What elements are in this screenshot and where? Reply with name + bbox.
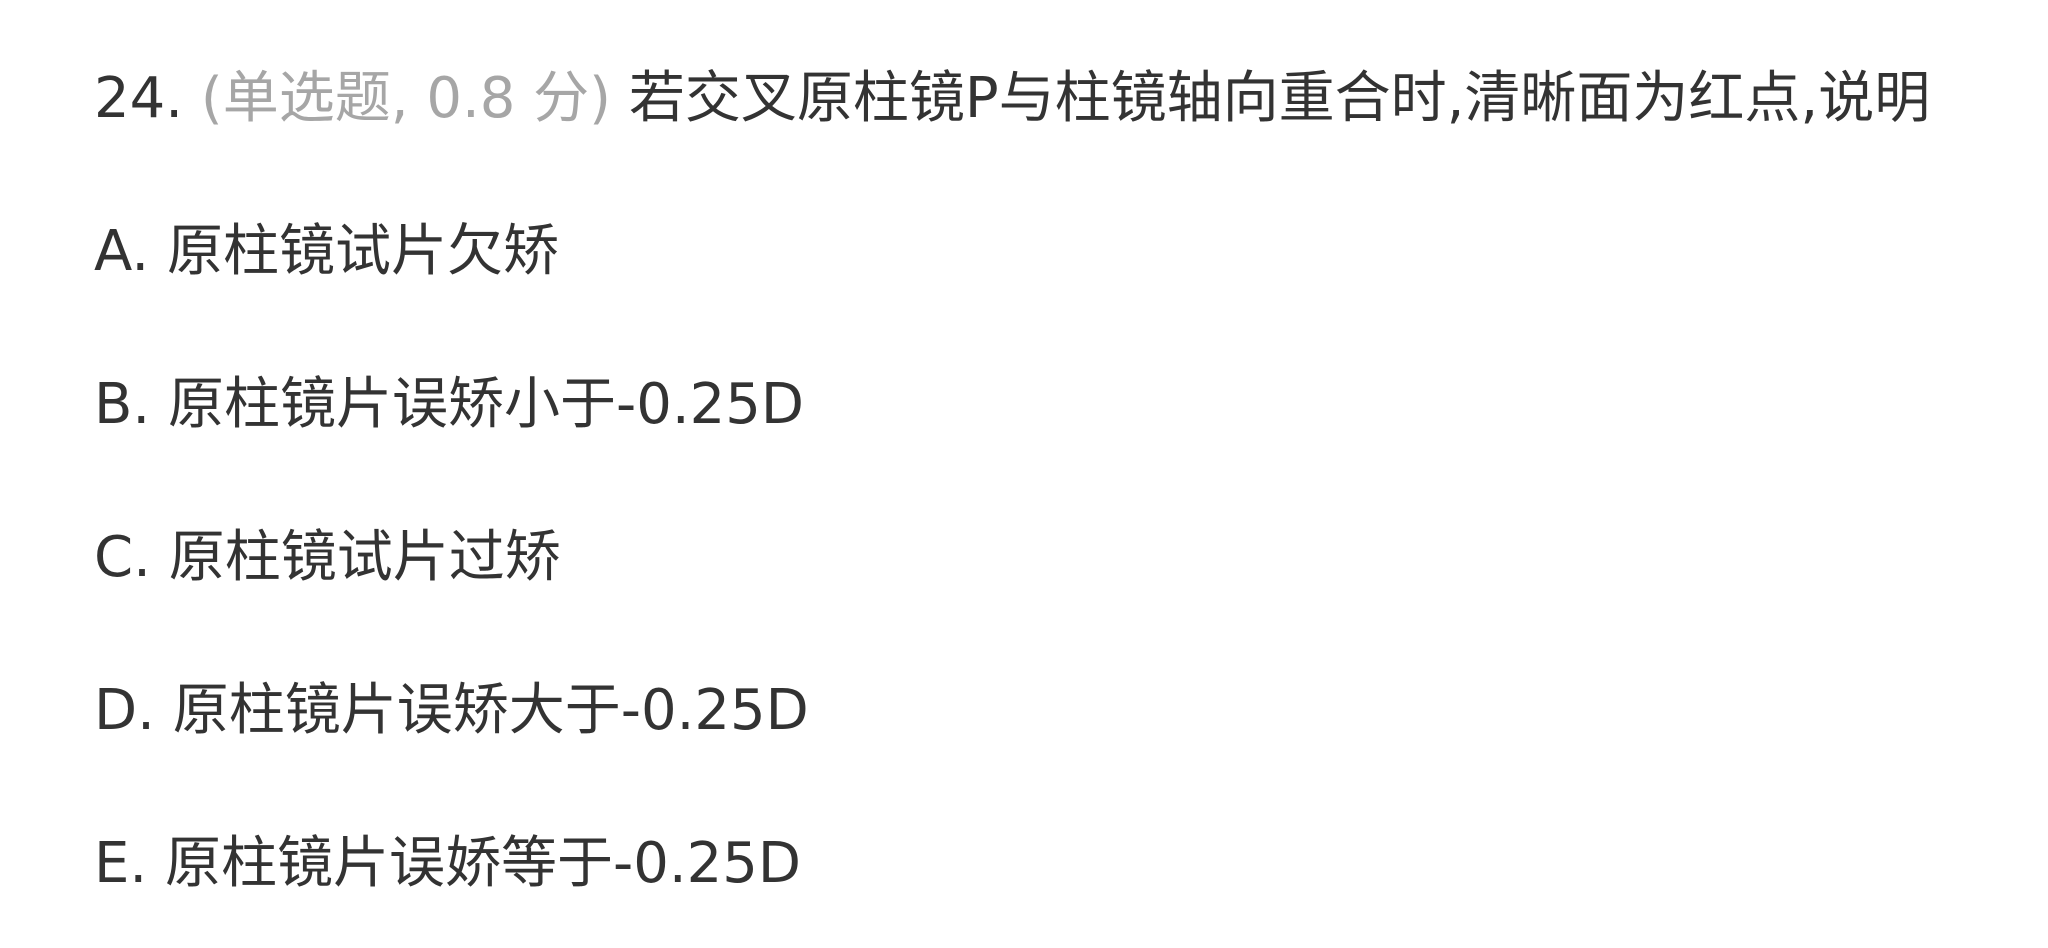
option-letter: A. bbox=[94, 219, 150, 284]
option-text: 原柱镜片误娇等于-0.25D bbox=[165, 831, 802, 896]
question-number: 24. bbox=[94, 66, 184, 131]
question-stem: 24. (单选题, 0.8 分) 若交叉原柱镜P与柱镜轴向重合时,清晰面为红点,… bbox=[94, 22, 2008, 175]
option-text: 原柱镜试片过矫 bbox=[168, 525, 561, 590]
option-text: 原柱镜片误矫大于-0.25D bbox=[172, 678, 809, 743]
option-text: 原柱镜试片欠矫 bbox=[166, 219, 559, 284]
question-text: 若交叉原柱镜P与柱镜轴向重合时,清晰面为红点,说明 bbox=[628, 66, 1931, 131]
option-a[interactable]: A. 原柱镜试片欠矫 bbox=[94, 175, 2008, 328]
option-letter: E. bbox=[94, 831, 148, 896]
option-b[interactable]: B. 原柱镜片误矫小于-0.25D bbox=[94, 328, 2008, 481]
option-letter: D. bbox=[94, 678, 155, 743]
question-card: 24. (单选题, 0.8 分) 若交叉原柱镜P与柱镜轴向重合时,清晰面为红点,… bbox=[0, 0, 2048, 948]
option-c[interactable]: C. 原柱镜试片过矫 bbox=[94, 481, 2008, 634]
option-text: 原柱镜片误矫小于-0.25D bbox=[168, 372, 805, 437]
question-type-score: (单选题, 0.8 分) bbox=[200, 66, 612, 131]
option-letter: C. bbox=[94, 525, 151, 590]
option-d[interactable]: D. 原柱镜片误矫大于-0.25D bbox=[94, 634, 2008, 787]
option-letter: B. bbox=[94, 372, 151, 437]
option-e[interactable]: E. 原柱镜片误娇等于-0.25D bbox=[94, 787, 2008, 940]
